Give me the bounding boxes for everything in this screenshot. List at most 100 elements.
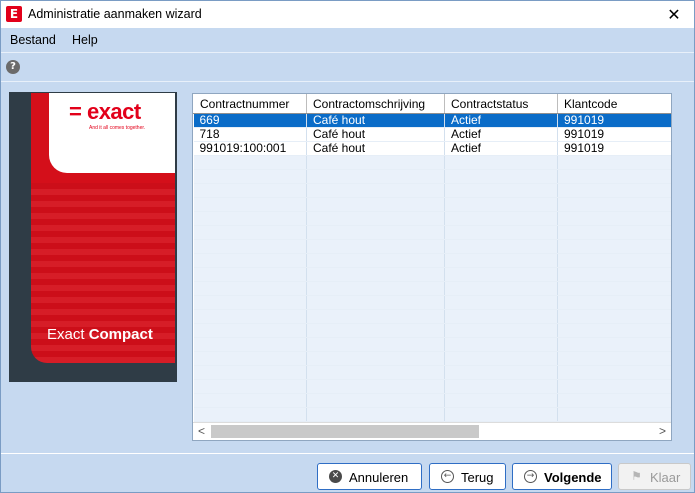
help-icon[interactable]: ?	[6, 60, 20, 74]
empty-cell	[193, 239, 307, 254]
footer-divider	[1, 453, 694, 454]
exact-logo: = exact	[69, 99, 141, 124]
menu-item-help[interactable]: Help	[72, 33, 98, 47]
empty-cell	[444, 169, 558, 184]
title-bar: E Administratie aanmaken wizard ✕	[1, 1, 694, 28]
empty-row	[193, 253, 671, 268]
scroll-left-icon[interactable]: <	[193, 423, 210, 440]
product-name-bold: Compact	[88, 326, 153, 343]
empty-cell	[557, 225, 671, 240]
empty-cell	[557, 351, 671, 366]
cell-contractstatus: Actief	[444, 113, 558, 128]
empty-cell	[444, 407, 558, 422]
empty-cell	[444, 211, 558, 226]
empty-cell	[444, 253, 558, 268]
logo-tagline: And it all comes together.	[89, 125, 146, 131]
empty-cell	[444, 393, 558, 408]
empty-cell	[557, 407, 671, 422]
empty-row	[193, 337, 671, 352]
empty-row	[193, 379, 671, 394]
empty-cell	[444, 351, 558, 366]
column-header-klantcode[interactable]: Klantcode	[557, 94, 671, 114]
window-title: Administratie aanmaken wizard	[28, 7, 202, 21]
next-button-label: Volgende	[544, 470, 602, 485]
empty-cell	[557, 197, 671, 212]
empty-row	[193, 267, 671, 282]
empty-cell	[306, 225, 445, 240]
empty-cell	[306, 211, 445, 226]
empty-cell	[444, 323, 558, 338]
table-row[interactable]: 669 Café hout Actief 991019	[193, 113, 671, 128]
empty-row	[193, 225, 671, 240]
empty-cell	[557, 183, 671, 198]
empty-cell	[444, 225, 558, 240]
empty-cell	[444, 197, 558, 212]
empty-cell	[193, 169, 307, 184]
empty-cell	[193, 155, 307, 170]
empty-cell	[193, 351, 307, 366]
finish-button[interactable]: ⚑ Klaar	[618, 463, 691, 490]
empty-row	[193, 407, 671, 422]
horizontal-scrollbar[interactable]: < >	[193, 422, 671, 440]
empty-cell	[444, 183, 558, 198]
scrollbar-thumb[interactable]	[211, 425, 479, 438]
back-button-label: Terug	[461, 470, 494, 485]
empty-row	[193, 197, 671, 212]
empty-cell	[557, 169, 671, 184]
empty-row	[193, 323, 671, 338]
empty-cell	[557, 337, 671, 352]
next-arrow-icon: →	[524, 470, 537, 483]
menu-item-bestand[interactable]: Bestand	[10, 33, 56, 47]
empty-cell	[193, 309, 307, 324]
empty-row	[193, 295, 671, 310]
empty-cell	[306, 407, 445, 422]
toolbar: ?	[1, 53, 694, 82]
empty-cell	[557, 365, 671, 380]
back-button[interactable]: ← Terug	[429, 463, 506, 490]
empty-row	[193, 281, 671, 296]
empty-cell	[306, 323, 445, 338]
exact-app-icon: E	[6, 6, 22, 22]
cell-klantcode: 991019	[557, 141, 671, 156]
empty-cell	[193, 393, 307, 408]
empty-cell	[306, 253, 445, 268]
empty-cell	[193, 323, 307, 338]
empty-cell	[444, 309, 558, 324]
empty-cell	[557, 211, 671, 226]
empty-cell	[557, 379, 671, 394]
empty-cell	[306, 169, 445, 184]
column-header-contractomschrijving[interactable]: Contractomschrijving	[306, 94, 445, 114]
empty-cell	[444, 267, 558, 282]
table-row[interactable]: 991019:100:001 Café hout Actief 991019	[193, 141, 671, 156]
cell-contractnummer: 718	[193, 127, 307, 142]
cell-contractomschrijving: Café hout	[306, 127, 445, 142]
next-button[interactable]: → Volgende	[512, 463, 612, 490]
logo-panel: = exact And it all comes together.	[49, 93, 175, 173]
cancel-button[interactable]: ✕ Annuleren	[317, 463, 422, 490]
cell-contractomschrijving: Café hout	[306, 141, 445, 156]
menu-bar: Bestand Help	[1, 28, 694, 53]
cancel-icon: ✕	[329, 470, 342, 483]
product-name: Exact Compact	[47, 326, 153, 343]
empty-cell	[193, 267, 307, 282]
table-row[interactable]: 718 Café hout Actief 991019	[193, 127, 671, 142]
column-header-contractnummer[interactable]: Contractnummer	[193, 94, 307, 114]
cell-klantcode: 991019	[557, 127, 671, 142]
cell-contractstatus: Actief	[444, 127, 558, 142]
finish-button-label: Klaar	[650, 470, 681, 485]
cell-contractomschrijving: Café hout	[306, 113, 445, 128]
empty-cell	[306, 239, 445, 254]
empty-cell	[444, 239, 558, 254]
close-button[interactable]: ✕	[654, 1, 694, 28]
empty-cell	[306, 155, 445, 170]
empty-cell	[193, 295, 307, 310]
header-row: Contractnummer Contractomschrijving Cont…	[193, 94, 671, 114]
cell-contractstatus: Actief	[444, 141, 558, 156]
column-header-contractstatus[interactable]: Contractstatus	[444, 94, 558, 114]
flag-icon: ⚑	[631, 469, 642, 483]
cancel-button-label: Annuleren	[349, 470, 409, 485]
empty-cell	[193, 197, 307, 212]
empty-cell	[193, 337, 307, 352]
scroll-right-icon[interactable]: >	[654, 423, 671, 440]
empty-row	[193, 393, 671, 408]
